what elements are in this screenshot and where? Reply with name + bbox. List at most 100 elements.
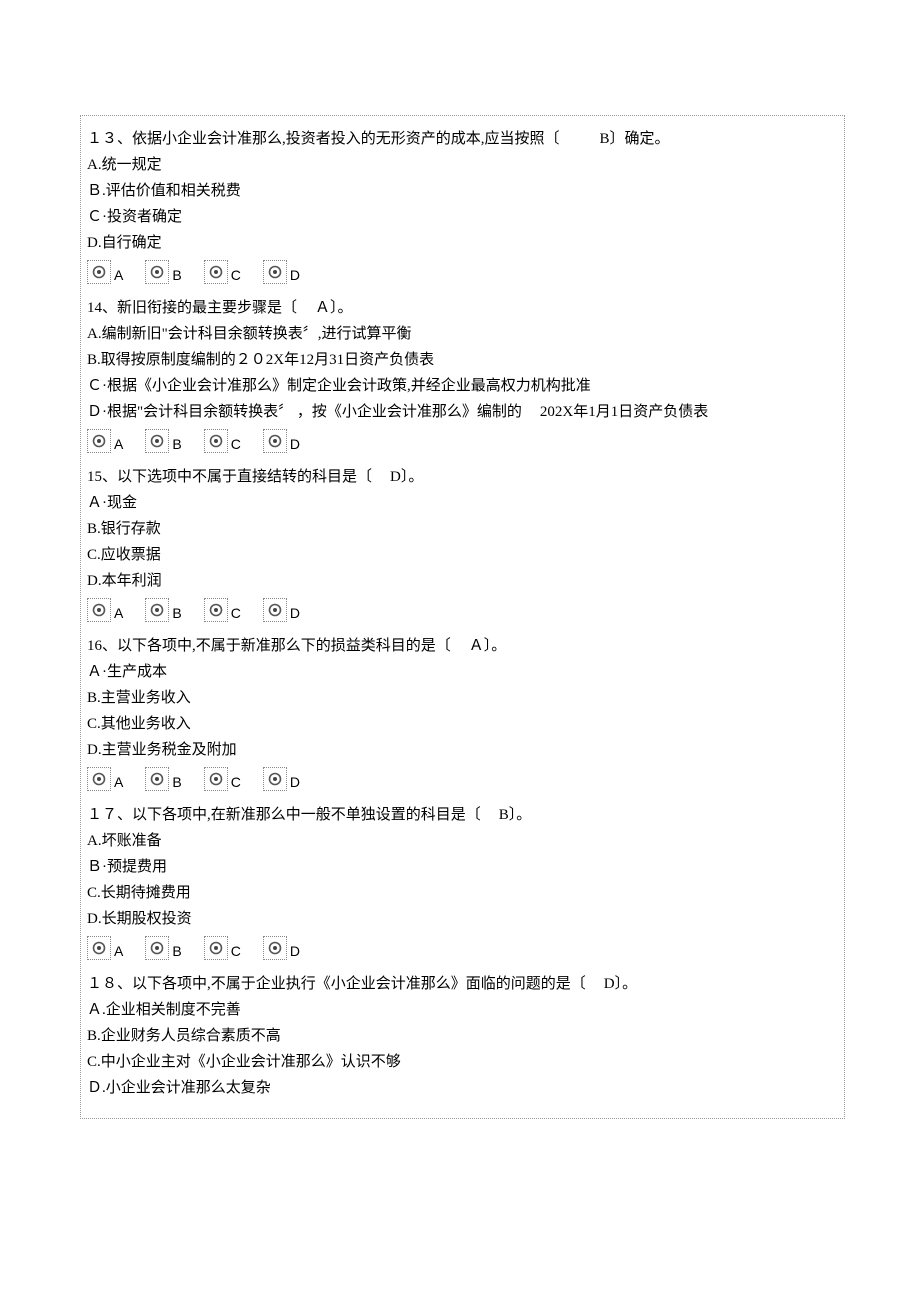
- radio-label: A: [114, 435, 123, 455]
- q17-radio-row: A B C D: [87, 936, 838, 960]
- radio-option-c[interactable]: C: [204, 936, 241, 960]
- q14-stem-part2: 〕。: [330, 300, 353, 316]
- q14-option-d: Ｄ·根据"会计科目余额转换表〞 ，按《小企业会计准那么》编制的 202X年1月1日…: [87, 402, 838, 423]
- q16-option-c: C.其他业务收入: [87, 714, 838, 735]
- q16-answer: Ａ: [469, 638, 484, 654]
- radio-option-d[interactable]: D: [263, 429, 300, 453]
- q14-option-b: B.取得按原制度编制的２０2X年12月31日资产负债表: [87, 350, 838, 371]
- q14-option-d-part2: 202X年1月1日资产负债表: [540, 404, 708, 420]
- radio-option-c[interactable]: C: [204, 429, 241, 453]
- radio-option-b[interactable]: B: [145, 767, 181, 791]
- radio-icon: [263, 598, 287, 622]
- q15-radio-row: A B C D: [87, 598, 838, 622]
- radio-icon: [145, 598, 169, 622]
- radio-option-d[interactable]: D: [263, 936, 300, 960]
- radio-icon: [204, 767, 228, 791]
- radio-label: B: [172, 435, 181, 455]
- q15-option-c: C.应收票据: [87, 545, 838, 566]
- q16-option-d: D.主营业务税金及附加: [87, 740, 838, 761]
- q18-stem-part2: 〕。: [615, 976, 638, 992]
- radio-label: A: [114, 773, 123, 793]
- q15-option-a: Ａ·现金: [87, 493, 838, 514]
- radio-icon: [204, 429, 228, 453]
- q16-option-b: B.主营业务收入: [87, 688, 838, 709]
- radio-label: C: [231, 604, 241, 624]
- radio-label: B: [172, 773, 181, 793]
- q16-radio-row: A B C D: [87, 767, 838, 791]
- radio-label: C: [231, 773, 241, 793]
- radio-label: D: [290, 266, 300, 286]
- radio-icon: [145, 260, 169, 284]
- q14-radio-row: A B C D: [87, 429, 838, 453]
- q13-stem-part1: １３、依据小企业会计准那么,投资者投入的无形资产的成本,应当按照〔: [87, 131, 560, 147]
- radio-icon: [204, 598, 228, 622]
- radio-option-d[interactable]: D: [263, 598, 300, 622]
- radio-icon: [263, 429, 287, 453]
- radio-icon: [145, 429, 169, 453]
- radio-option-a[interactable]: A: [87, 598, 123, 622]
- q15-stem-part1: 15、以下选项中不属于直接结转的科目是〔: [87, 469, 372, 485]
- radio-label: C: [231, 942, 241, 962]
- radio-option-b[interactable]: B: [145, 429, 181, 453]
- q13-stem-part2: 〕确定。: [610, 131, 670, 147]
- radio-label: A: [114, 942, 123, 962]
- radio-label: D: [290, 604, 300, 624]
- radio-icon: [263, 260, 287, 284]
- q14-answer: Ａ: [315, 300, 330, 316]
- radio-label: C: [231, 435, 241, 455]
- radio-icon: [263, 767, 287, 791]
- q13-option-a: A.统一规定: [87, 155, 838, 176]
- q18-stem: １８、以下各项中,不属于企业执行《小企业会计准那么》面临的问题的是〔 D〕。: [87, 974, 838, 995]
- q15-option-b: B.银行存款: [87, 519, 838, 540]
- radio-label: C: [231, 266, 241, 286]
- radio-option-a[interactable]: A: [87, 936, 123, 960]
- radio-label: B: [172, 604, 181, 624]
- q14-option-c: Ｃ·根据《小企业会计准那么》制定企业会计政策,并经企业最高权力机构批准: [87, 376, 838, 397]
- radio-option-a[interactable]: A: [87, 429, 123, 453]
- radio-option-d[interactable]: D: [263, 767, 300, 791]
- q15-option-d: D.本年利润: [87, 571, 838, 592]
- q15-stem-part2: 〕。: [401, 469, 424, 485]
- q13-option-b: Ｂ.评估价值和相关税费: [87, 181, 838, 202]
- radio-icon: [87, 767, 111, 791]
- q13-option-c: Ｃ·投资者确定: [87, 207, 838, 228]
- q17-answer: B: [499, 807, 509, 823]
- radio-label: B: [172, 942, 181, 962]
- radio-icon: [145, 767, 169, 791]
- q18-option-b: B.企业财务人员综合素质不高: [87, 1026, 838, 1047]
- q15-answer: D: [390, 469, 401, 485]
- radio-icon: [263, 936, 287, 960]
- q18-answer: D: [604, 976, 615, 992]
- q13-radio-row: AB C D: [87, 260, 838, 284]
- radio-option-c[interactable]: C: [204, 598, 241, 622]
- q17-stem-part2: 〕。: [509, 807, 532, 823]
- radio-option-a[interactable]: A: [87, 767, 123, 791]
- q18-option-a: Ａ.企业相关制度不完善: [87, 1000, 838, 1021]
- radio-option-b[interactable]: B: [145, 598, 181, 622]
- radio-option-b[interactable]: B: [145, 936, 181, 960]
- q17-option-a: A.坏账准备: [87, 831, 838, 852]
- content-frame: １３、依据小企业会计准那么,投资者投入的无形资产的成本,应当按照〔B〕确定。 A…: [80, 115, 845, 1119]
- q17-stem-part1: １７、以下各项中,在新准那么中一般不单独设置的科目是〔: [87, 807, 481, 823]
- q13-stem: １３、依据小企业会计准那么,投资者投入的无形资产的成本,应当按照〔B〕确定。: [87, 129, 838, 150]
- q14-stem: 14、新旧衔接的最主要步骤是〔Ａ〕。: [87, 298, 838, 319]
- radio-option-b[interactable]: B: [145, 260, 181, 284]
- q18-stem-part1: １８、以下各项中,不属于企业执行《小企业会计准那么》面临的问题的是〔: [87, 976, 586, 992]
- q16-option-a: Ａ·生产成本: [87, 662, 838, 683]
- radio-option-d[interactable]: D: [263, 260, 300, 284]
- q13-option-d: D.自行确定: [87, 233, 838, 254]
- q15-stem: 15、以下选项中不属于直接结转的科目是〔 D〕。: [87, 467, 838, 488]
- q14-option-d-part1: Ｄ·根据"会计科目余额转换表〞 ，按《小企业会计准那么》编制的: [87, 404, 522, 420]
- radio-icon: [87, 936, 111, 960]
- radio-option-c[interactable]: C: [204, 260, 241, 284]
- q18-option-d: Ｄ.小企业会计准那么太复杂: [87, 1078, 838, 1099]
- radio-option-c[interactable]: C: [204, 767, 241, 791]
- q17-option-d: D.长期股权投资: [87, 909, 838, 930]
- q16-stem: 16、以下各项中,不属于新准那么下的损益类科目的是〔Ａ〕。: [87, 636, 838, 657]
- radio-label: D: [290, 942, 300, 962]
- radio-option-a[interactable]: A: [87, 260, 123, 284]
- q16-stem-part2: 〕。: [484, 638, 507, 654]
- q17-stem: １７、以下各项中,在新准那么中一般不单独设置的科目是〔 B〕。: [87, 805, 838, 826]
- q17-option-b: Ｂ·预提费用: [87, 857, 838, 878]
- radio-icon: [204, 936, 228, 960]
